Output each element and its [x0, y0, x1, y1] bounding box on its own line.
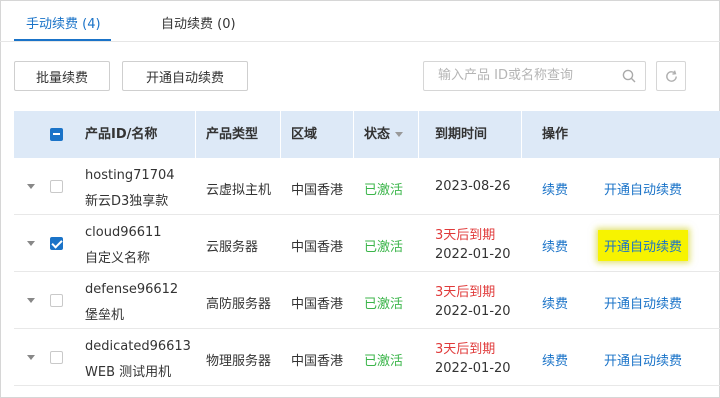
product-name: 新云D3独享款: [85, 194, 169, 209]
col-status-label: 状态: [364, 127, 391, 142]
batch-renew-button[interactable]: 批量续费: [14, 61, 110, 91]
product-name: WEB 测试用机: [85, 365, 172, 380]
table-row: defense96612 堡垒机 高防服务器 中国香港 已激活 3天后到期 20…: [14, 272, 720, 329]
product-id: defense96612: [85, 282, 179, 297]
product-type: 物理服务器: [206, 354, 272, 369]
refresh-icon: [665, 69, 677, 82]
row-checkbox[interactable]: [50, 237, 63, 250]
product-type: 高防服务器: [206, 297, 272, 312]
row-checkbox[interactable]: [50, 180, 63, 193]
status-badge: 已激活: [364, 297, 404, 312]
renew-link[interactable]: 续费: [542, 350, 568, 369]
active-tab-indicator: [14, 39, 111, 41]
enable-auto-renew-link[interactable]: 开通自动续费: [604, 350, 682, 369]
product-region: 中国香港: [291, 183, 344, 198]
table-row: cloud96611 自定义名称 云服务器 中国香港 已激活 3天后到期 202…: [14, 215, 720, 272]
expand-arrow-icon[interactable]: [27, 355, 35, 360]
col-actions: 操作: [542, 127, 569, 142]
expand-arrow-icon[interactable]: [27, 184, 35, 189]
row-checkbox[interactable]: [50, 294, 63, 307]
status-badge: 已激活: [364, 240, 404, 255]
select-all-checkbox[interactable]: [50, 128, 63, 141]
enable-auto-renew-link[interactable]: 开通自动续费: [598, 230, 689, 261]
expiry-warning: 3天后到期: [435, 228, 496, 243]
expiry-date: 2022-01-20: [435, 304, 511, 319]
product-name: 堡垒机: [85, 308, 125, 323]
product-region: 中国香港: [291, 297, 344, 312]
status-badge: 已激活: [364, 354, 404, 369]
enable-auto-renew-link[interactable]: 开通自动续费: [604, 179, 682, 198]
tab-manual-renew[interactable]: 手动续费 (4): [26, 13, 101, 32]
product-type: 云服务器: [206, 240, 259, 255]
product-name: 自定义名称: [85, 251, 151, 266]
enable-auto-renew-link[interactable]: 开通自动续费: [604, 293, 682, 312]
sort-down-icon[interactable]: [395, 132, 404, 137]
product-id: hosting71704: [85, 168, 175, 183]
table-header: 产品ID/名称 产品类型 区域 状态 到期时间 操作: [14, 111, 720, 158]
enable-auto-renew-button[interactable]: 开通自动续费: [122, 61, 248, 91]
status-badge: 已激活: [364, 183, 404, 198]
expiry-date: 2022-01-20: [435, 247, 511, 262]
expiry-date: 2022-01-20: [435, 361, 511, 376]
tab-auto-renew[interactable]: 自动续费 (0): [161, 13, 236, 32]
expiry-warning: 3天后到期: [435, 285, 496, 300]
product-id: dedicated96613: [85, 339, 191, 354]
table-row: hosting71704 新云D3独享款 云虚拟主机 中国香港 已激活 2023…: [14, 158, 720, 215]
col-status[interactable]: 状态: [364, 111, 404, 158]
col-expiry: 到期时间: [435, 127, 488, 142]
expand-arrow-icon[interactable]: [27, 298, 35, 303]
col-type: 产品类型: [206, 127, 259, 142]
renew-link[interactable]: 续费: [542, 293, 568, 312]
product-region: 中国香港: [291, 354, 344, 369]
tab-bar: 手动续费 (4) 自动续费 (0): [0, 0, 720, 42]
expand-arrow-icon[interactable]: [27, 241, 35, 246]
row-checkbox[interactable]: [50, 351, 63, 364]
table-row: dedicated96613 WEB 测试用机 物理服务器 中国香港 已激活 3…: [14, 329, 720, 386]
product-type: 云虚拟主机: [206, 183, 272, 198]
search-placeholder: 输入产品 ID或名称查询: [438, 68, 573, 83]
expiry-date: 2023-08-26: [435, 179, 511, 194]
search-icon[interactable]: [622, 69, 636, 83]
renew-link[interactable]: 续费: [542, 179, 568, 198]
refresh-button[interactable]: [656, 61, 686, 91]
product-id: cloud96611: [85, 225, 162, 240]
product-region: 中国香港: [291, 240, 344, 255]
col-product: 产品ID/名称: [85, 127, 158, 142]
expiry-warning: 3天后到期: [435, 342, 496, 357]
col-region: 区域: [291, 127, 318, 142]
search-input[interactable]: 输入产品 ID或名称查询: [423, 61, 646, 91]
renew-link[interactable]: 续费: [542, 236, 568, 255]
